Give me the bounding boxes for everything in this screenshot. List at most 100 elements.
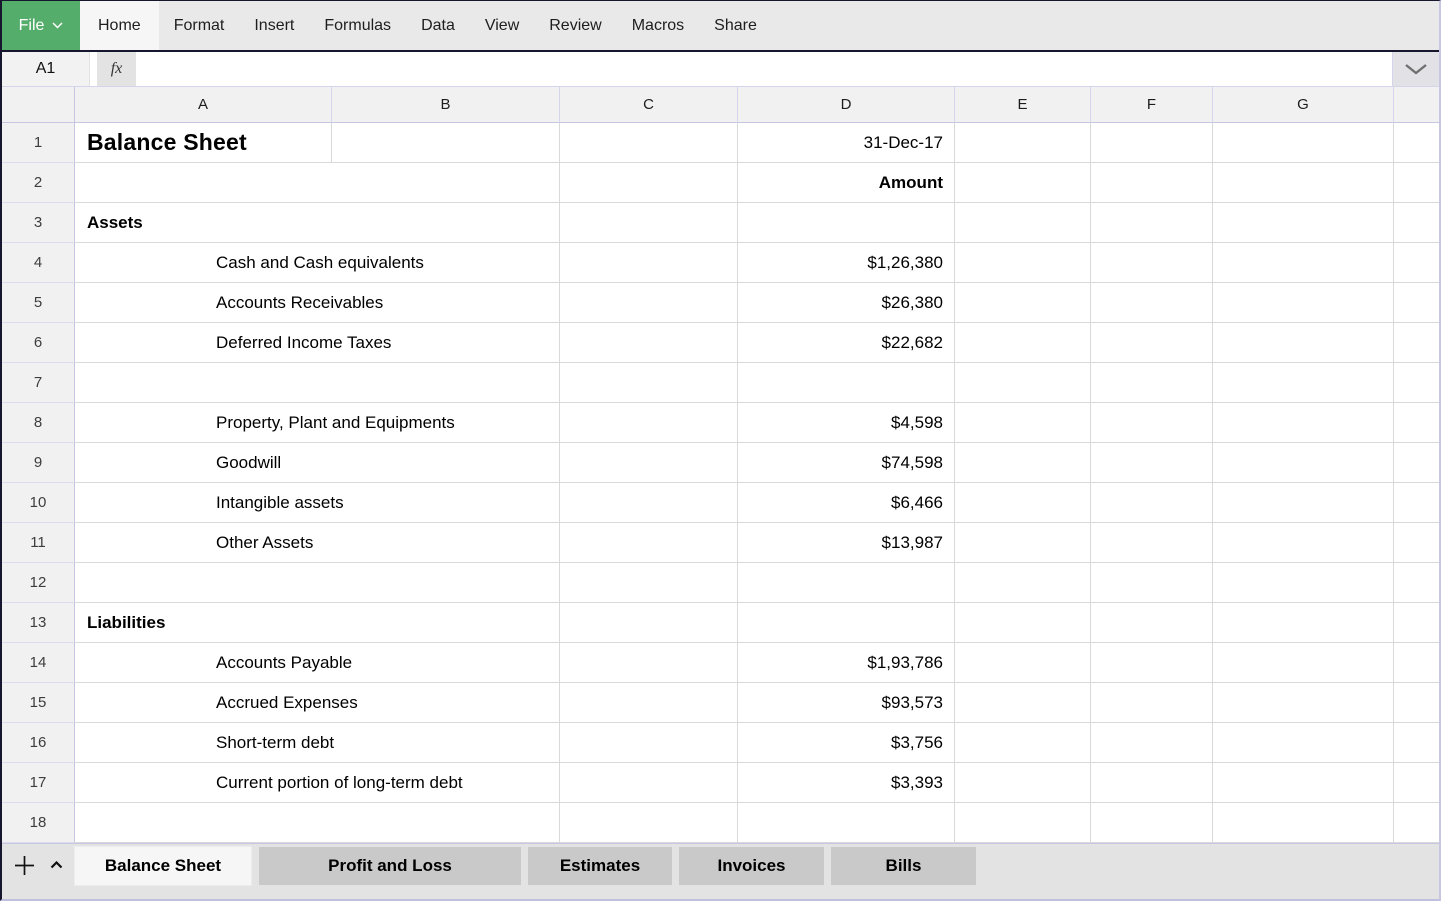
cell-G10[interactable] xyxy=(1213,483,1394,523)
cell-E3[interactable] xyxy=(955,203,1091,243)
cell-H3[interactable] xyxy=(1394,203,1439,243)
row-header-11[interactable]: 11 xyxy=(2,523,75,563)
cell-A17[interactable]: Current portion of long-term debt xyxy=(75,763,560,803)
cell-D18[interactable] xyxy=(738,803,955,843)
cell-D4[interactable]: $1,26,380 xyxy=(738,243,955,283)
cell-C13[interactable] xyxy=(560,603,738,643)
cell-C11[interactable] xyxy=(560,523,738,563)
cell-E2[interactable] xyxy=(955,163,1091,203)
cell-G7[interactable] xyxy=(1213,363,1394,403)
cell-E7[interactable] xyxy=(955,363,1091,403)
cell-C8[interactable] xyxy=(560,403,738,443)
column-header-E[interactable]: E xyxy=(955,87,1091,123)
cell-D6[interactable]: $22,682 xyxy=(738,323,955,363)
row-header-18[interactable]: 18 xyxy=(2,803,75,843)
cell-H17[interactable] xyxy=(1394,763,1439,803)
fx-icon[interactable]: fx xyxy=(97,52,136,86)
cell-F8[interactable] xyxy=(1091,403,1213,443)
row-header-17[interactable]: 17 xyxy=(2,763,75,803)
formula-bar-expand-button[interactable] xyxy=(1392,52,1439,86)
cell-D11[interactable]: $13,987 xyxy=(738,523,955,563)
cell-F1[interactable] xyxy=(1091,123,1213,163)
cell-A12[interactable] xyxy=(75,563,560,603)
cell-G15[interactable] xyxy=(1213,683,1394,723)
menu-item-insert[interactable]: Insert xyxy=(239,1,309,50)
row-header-7[interactable]: 7 xyxy=(2,363,75,403)
cell-A14[interactable]: Accounts Payable xyxy=(75,643,560,683)
cell-F12[interactable] xyxy=(1091,563,1213,603)
cell-C9[interactable] xyxy=(560,443,738,483)
cell-H8[interactable] xyxy=(1394,403,1439,443)
cell-E11[interactable] xyxy=(955,523,1091,563)
cell-H16[interactable] xyxy=(1394,723,1439,763)
menu-item-macros[interactable]: Macros xyxy=(617,1,699,50)
cell-F10[interactable] xyxy=(1091,483,1213,523)
cell-C15[interactable] xyxy=(560,683,738,723)
cell-A8[interactable]: Property, Plant and Equipments xyxy=(75,403,560,443)
cell-A9[interactable]: Goodwill xyxy=(75,443,560,483)
cell-H6[interactable] xyxy=(1394,323,1439,363)
cell-C6[interactable] xyxy=(560,323,738,363)
cell-H14[interactable] xyxy=(1394,643,1439,683)
cell-D13[interactable] xyxy=(738,603,955,643)
cell-G12[interactable] xyxy=(1213,563,1394,603)
cell-C4[interactable] xyxy=(560,243,738,283)
menu-item-share[interactable]: Share xyxy=(699,1,772,50)
cell-A4[interactable]: Cash and Cash equivalents xyxy=(75,243,560,283)
cell-G3[interactable] xyxy=(1213,203,1394,243)
row-header-15[interactable]: 15 xyxy=(2,683,75,723)
cell-F16[interactable] xyxy=(1091,723,1213,763)
cell-C10[interactable] xyxy=(560,483,738,523)
cell-G13[interactable] xyxy=(1213,603,1394,643)
cell-C7[interactable] xyxy=(560,363,738,403)
cell-C17[interactable] xyxy=(560,763,738,803)
column-header-B[interactable]: B xyxy=(332,87,560,123)
cell-D15[interactable]: $93,573 xyxy=(738,683,955,723)
sheet-tab-invoices[interactable]: Invoices xyxy=(679,847,824,885)
cell-D17[interactable]: $3,393 xyxy=(738,763,955,803)
row-header-10[interactable]: 10 xyxy=(2,483,75,523)
cell-H7[interactable] xyxy=(1394,363,1439,403)
cell-G11[interactable] xyxy=(1213,523,1394,563)
cell-F7[interactable] xyxy=(1091,363,1213,403)
cell-A15[interactable]: Accrued Expenses xyxy=(75,683,560,723)
cell-G5[interactable] xyxy=(1213,283,1394,323)
cell-E4[interactable] xyxy=(955,243,1091,283)
cell-F4[interactable] xyxy=(1091,243,1213,283)
cell-A3[interactable]: Assets xyxy=(75,203,560,243)
cell-A6[interactable]: Deferred Income Taxes xyxy=(75,323,560,363)
cell-A2[interactable] xyxy=(75,163,560,203)
menu-item-formulas[interactable]: Formulas xyxy=(309,1,406,50)
column-header-A[interactable]: A xyxy=(75,87,332,123)
column-header-D[interactable]: D xyxy=(738,87,955,123)
cell-C12[interactable] xyxy=(560,563,738,603)
cell-A1[interactable]: Balance Sheet xyxy=(75,123,332,163)
cell-G6[interactable] xyxy=(1213,323,1394,363)
cell-D2[interactable]: Amount xyxy=(738,163,955,203)
cell-H4[interactable] xyxy=(1394,243,1439,283)
cell-D8[interactable]: $4,598 xyxy=(738,403,955,443)
cell-F11[interactable] xyxy=(1091,523,1213,563)
cell-H2[interactable] xyxy=(1394,163,1439,203)
column-header-C[interactable]: C xyxy=(560,87,738,123)
menu-item-review[interactable]: Review xyxy=(534,1,616,50)
row-header-8[interactable]: 8 xyxy=(2,403,75,443)
collapse-tabs-button[interactable] xyxy=(50,861,63,869)
cell-E13[interactable] xyxy=(955,603,1091,643)
cell-A7[interactable] xyxy=(75,363,560,403)
cell-E18[interactable] xyxy=(955,803,1091,843)
sheet-tab-bills[interactable]: Bills xyxy=(831,847,976,885)
cell-C18[interactable] xyxy=(560,803,738,843)
cell-H10[interactable] xyxy=(1394,483,1439,523)
menu-item-format[interactable]: Format xyxy=(159,1,240,50)
cell-G14[interactable] xyxy=(1213,643,1394,683)
cell-H9[interactable] xyxy=(1394,443,1439,483)
cell-E16[interactable] xyxy=(955,723,1091,763)
file-menu-button[interactable]: File xyxy=(2,1,80,50)
cell-A11[interactable]: Other Assets xyxy=(75,523,560,563)
cell-H11[interactable] xyxy=(1394,523,1439,563)
cell-G16[interactable] xyxy=(1213,723,1394,763)
cell-E15[interactable] xyxy=(955,683,1091,723)
cell-F17[interactable] xyxy=(1091,763,1213,803)
cell-E12[interactable] xyxy=(955,563,1091,603)
